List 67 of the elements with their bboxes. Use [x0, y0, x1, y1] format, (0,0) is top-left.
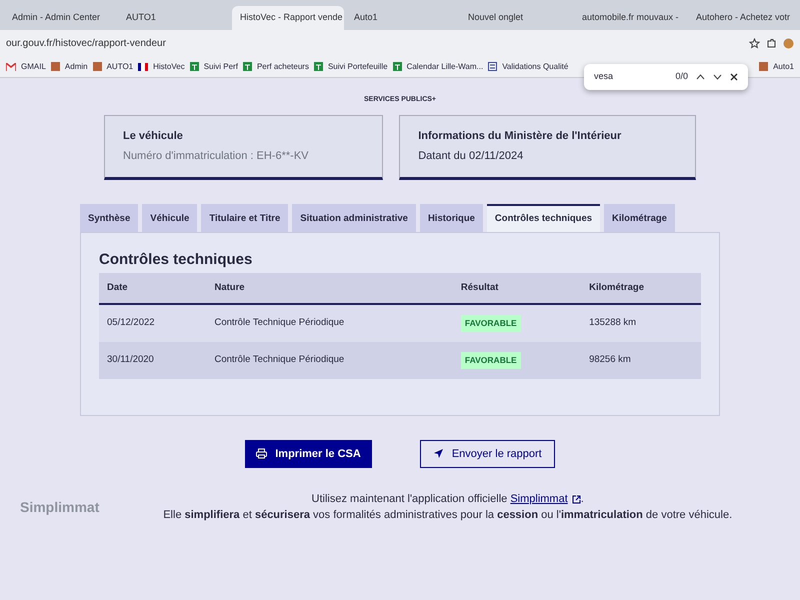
mail-icon	[6, 62, 16, 70]
bookmark-link[interactable]: Calendar Lille-Wam...	[406, 60, 484, 72]
browser-tab[interactable]: Auto1	[346, 6, 458, 30]
column-header: Nature	[206, 272, 453, 304]
plate-number: Numéro d'immatriculation : EH-6**-KV	[123, 149, 310, 164]
browser-tab[interactable]: HistoVec - Rapport vende	[232, 6, 344, 30]
match-count: 0/0	[675, 70, 688, 83]
table-cell: 98256 km	[581, 342, 701, 378]
result-badge: FAVORABLE	[460, 352, 521, 368]
page-tab[interactable]: Situation administrative	[292, 204, 416, 232]
bookmark-link[interactable]: Suivi Perf	[204, 60, 238, 72]
date-text: Datant du 02/11/2024	[418, 149, 524, 164]
external-link-icon	[572, 494, 581, 504]
page-tab[interactable]: Contrôles techniques	[486, 204, 600, 232]
page-tab[interactable]: Véhicule	[142, 204, 198, 232]
find-query[interactable]: vesa	[594, 70, 668, 84]
bookmark-link[interactable]: Perf acheteurs	[256, 60, 309, 72]
chevron-down-icon	[713, 74, 722, 80]
send-button[interactable]: Envoyer le rapport	[420, 440, 555, 468]
table-cell: 30/11/2020	[99, 342, 206, 378]
bookmark-link[interactable]: Validations Qualité	[502, 60, 568, 72]
column-header: Date	[99, 272, 206, 304]
chevron-up-icon	[696, 74, 705, 80]
browser-tab[interactable]: AUTO1	[118, 6, 230, 30]
browser-tab[interactable]: Nouvel onglet	[460, 6, 572, 30]
bookmark-link[interactable]: Suivi Portefeuille	[328, 60, 388, 72]
sheet-icon	[314, 62, 323, 71]
flag-icon	[138, 62, 148, 70]
bookmark-link[interactable]: AUTO1	[106, 60, 134, 72]
square-icon	[50, 62, 60, 71]
avatar-icon	[783, 38, 794, 48]
section-title: Contrôles techniques	[99, 250, 254, 269]
page-tab[interactable]: Synthèse	[80, 204, 138, 232]
column-header: Kilométrage	[581, 272, 701, 304]
table-cell: 135288 km	[581, 304, 701, 342]
table-cell: 05/12/2022	[99, 304, 206, 342]
page-tab[interactable]: Titulaire et Titre	[201, 204, 288, 232]
page-tab[interactable]: Historique	[420, 204, 483, 232]
table-cell: Contrôle Technique Périodique	[206, 304, 453, 342]
sheet-icon	[392, 62, 402, 71]
sheet-icon	[242, 62, 252, 71]
card-title: Informations du Ministère de l'Intérieur	[418, 128, 622, 144]
square-icon	[92, 62, 102, 71]
square-icon	[759, 62, 768, 71]
bookmark-link[interactable]: Auto1	[773, 60, 794, 72]
page-tab[interactable]: Kilométrage	[604, 204, 675, 232]
bookmark-link[interactable]: GMAIL	[21, 60, 46, 72]
printer-icon	[256, 448, 268, 460]
puzzle-icon	[766, 38, 777, 48]
simplimmat-link[interactable]: Simplimmat	[510, 493, 581, 505]
close-icon	[730, 72, 738, 81]
card-title: Le véhicule	[123, 128, 184, 144]
notice-text: Utilisez maintenant l'application officielle Simplimmat . Elle simplifiera et sécurisera vos formalités administratives pour la cession ou l'immatriculation de votre véhicule.	[162, 492, 734, 523]
print-button[interactable]: Imprimer le CSA	[245, 440, 372, 468]
star-icon	[749, 38, 760, 48]
table-cell: Contrôle Technique Périodique	[206, 342, 453, 378]
bookmark-link[interactable]: HistoVec	[153, 60, 185, 72]
form-icon	[488, 62, 498, 71]
result-badge: FAVORABLE	[460, 315, 521, 332]
sheet-icon	[190, 62, 199, 71]
browser-tab[interactable]: automobile.fr mouvaux -	[574, 6, 686, 30]
send-icon	[432, 448, 444, 460]
bookmark-link[interactable]: Admin	[64, 60, 88, 72]
browser-tab[interactable]: Autohero - Achetez votr	[688, 6, 800, 30]
app-logo: Simplimmat	[20, 498, 100, 518]
column-header: Résultat	[452, 272, 582, 304]
browser-tab[interactable]: Admin - Admin Center	[4, 6, 116, 30]
